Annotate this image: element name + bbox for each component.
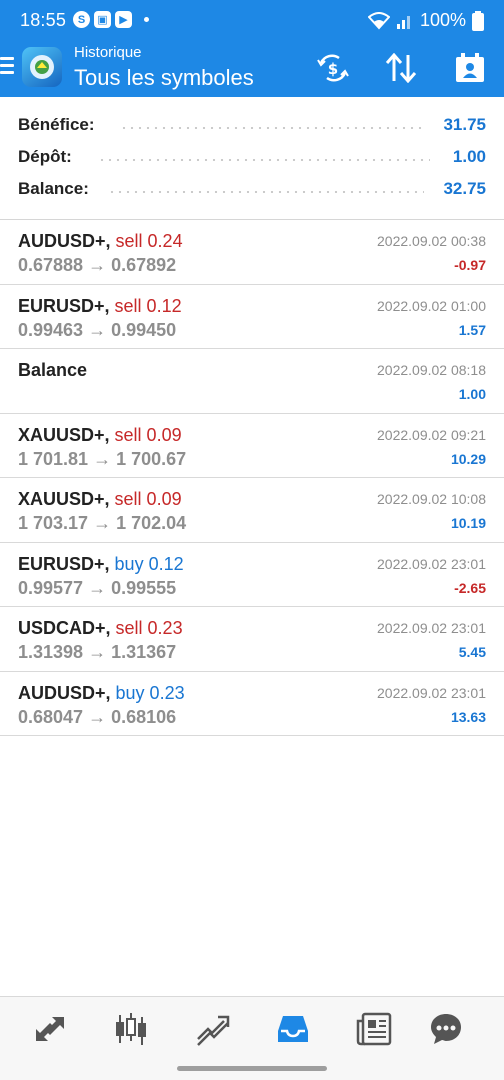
deal-type: sell 0.12: [114, 295, 182, 316]
deal-row[interactable]: XAUUSD+, sell 0.09 1 701.81 → 1 700.67 2…: [0, 414, 504, 478]
deal-type: buy 0.23: [115, 682, 185, 703]
balance-row: Balance: 32.75: [0, 172, 504, 204]
balance-label: Balance:: [18, 179, 89, 198]
history-icon[interactable]: [273, 1009, 313, 1049]
bottom-navigation: [0, 996, 504, 1080]
calendar-icon[interactable]: [450, 48, 490, 88]
status-time: 18:55: [20, 10, 67, 30]
deal-prices: 1.31398 → 1.31367: [18, 642, 177, 662]
deal-row[interactable]: AUDUSD+, buy 0.23 0.68047 → 0.68106 2022…: [0, 672, 504, 736]
app-logo: [22, 47, 62, 87]
deal-prices: 0.99577 → 0.99555: [18, 577, 177, 598]
deal-time: 2022.09.02 01:00: [377, 297, 486, 314]
app-bar: Historique Tous les symboles $: [0, 40, 504, 97]
deal-type: sell 0.09: [114, 424, 182, 445]
deal-profit: 10.19: [450, 515, 486, 531]
svg-text:$: $: [328, 60, 338, 78]
deal-time: 2022.09.02 23:01: [377, 684, 486, 701]
deal-row[interactable]: AUDUSD+, sell 0.24 0.67888 → 0.67892 202…: [0, 220, 504, 285]
balance-value: 32.75: [443, 179, 486, 198]
signal-icon: [396, 15, 410, 29]
deal-time: 2022.09.02 23:01: [377, 620, 486, 636]
page-subtitle: Historique: [74, 44, 142, 61]
profit-value: 31.75: [443, 115, 486, 134]
deal-row[interactable]: XAUUSD+, sell 0.09 1 703.17 → 1 702.04 2…: [0, 478, 504, 543]
deal-profit: 1.00: [458, 386, 486, 402]
deal-time: 2022.09.02 23:01: [377, 555, 486, 572]
youtube-icon: ▶: [115, 11, 132, 28]
deal-symbol: AUDUSD+,: [18, 682, 111, 703]
summary-section: Bénéfice: 31.75 Dépôt: 1.00 Balance: 32.…: [0, 108, 504, 204]
deal-profit: 5.45: [458, 644, 486, 660]
deal-symbol: XAUUSD+,: [18, 489, 110, 509]
deal-type: sell 0.24: [115, 231, 183, 251]
menu-icon[interactable]: [0, 57, 14, 77]
deal-symbol: Balance: [18, 360, 88, 380]
dotted-leader: [98, 159, 430, 161]
page-title[interactable]: Tous les symboles: [74, 65, 254, 91]
deal-profit: 1.57: [458, 321, 486, 338]
deal-type: sell 0.23: [115, 618, 183, 638]
deals-list: AUDUSD+, sell 0.24 0.67888 → 0.67892 202…: [0, 220, 504, 736]
deal-type: sell 0.09: [114, 489, 182, 509]
deal-profit: -0.97: [454, 257, 486, 273]
deal-time: 2022.09.02 00:38: [377, 233, 486, 249]
deal-symbol: EURUSD+,: [18, 553, 110, 574]
deal-profit: -2.65: [454, 579, 486, 596]
deal-symbol: XAUUSD+,: [18, 424, 110, 445]
deposit-row: Dépôt: 1.00: [0, 140, 504, 172]
chat-icon[interactable]: [426, 1009, 466, 1049]
wifi-icon: [367, 11, 390, 29]
quotes-icon[interactable]: [30, 1009, 70, 1049]
chart-icon[interactable]: [111, 1009, 151, 1049]
profit-label: Bénéfice:: [18, 115, 95, 134]
deal-symbol: USDCAD+,: [18, 618, 111, 638]
dotted-leader: [120, 127, 422, 129]
deal-prices: 0.99463 → 0.99450: [18, 319, 177, 340]
deal-row[interactable]: EURUSD+, buy 0.12 0.99577 → 0.99555 2022…: [0, 543, 504, 607]
deal-time: 2022.09.02 10:08: [377, 491, 486, 507]
photo-icon: ▣: [94, 11, 111, 28]
deal-symbol: EURUSD+,: [18, 295, 110, 316]
sort-icon[interactable]: [381, 48, 421, 88]
battery-level: 100%: [419, 10, 466, 30]
deal-prices: 0.67888 → 0.67892: [18, 255, 177, 275]
deal-profit: 13.63: [450, 708, 486, 725]
shazam-icon: S: [73, 11, 90, 28]
profit-row: Bénéfice: 31.75: [0, 108, 504, 140]
deal-profit: 10.29: [450, 450, 486, 467]
notification-dot-icon: [144, 17, 149, 22]
deal-prices: 1 703.17 → 1 702.04: [18, 513, 187, 533]
deal-row[interactable]: Balance 2022.09.02 08:18 1.00: [0, 349, 504, 414]
news-icon[interactable]: [354, 1009, 394, 1049]
deal-symbol: AUDUSD+,: [18, 231, 111, 251]
deal-time: 2022.09.02 08:18: [377, 362, 486, 378]
deal-type: buy 0.12: [114, 553, 184, 574]
deal-prices: 1 701.81 → 1 700.67: [18, 448, 187, 469]
trade-icon[interactable]: [192, 1009, 232, 1049]
deposit-value: 1.00: [452, 147, 486, 166]
deal-prices: 0.68047 → 0.68106: [18, 706, 177, 727]
currency-exchange-icon[interactable]: $: [313, 48, 353, 88]
top-bar: 18:55 S ▣ ▶ 100% Historique Tous les sym…: [0, 0, 504, 97]
deal-time: 2022.09.02 09:21: [377, 426, 486, 443]
dotted-leader: [108, 191, 424, 193]
status-bar: 18:55 S ▣ ▶ 100%: [0, 0, 504, 40]
deal-row[interactable]: EURUSD+, sell 0.12 0.99463 → 0.99450 202…: [0, 285, 504, 349]
deal-row[interactable]: USDCAD+, sell 0.23 1.31398 → 1.31367 202…: [0, 607, 504, 672]
screen: 18:55 S ▣ ▶ 100% Historique Tous les sym…: [0, 0, 504, 1080]
deposit-label: Dépôt:: [18, 147, 72, 166]
home-indicator[interactable]: [177, 1066, 327, 1071]
battery-icon: [472, 10, 484, 31]
